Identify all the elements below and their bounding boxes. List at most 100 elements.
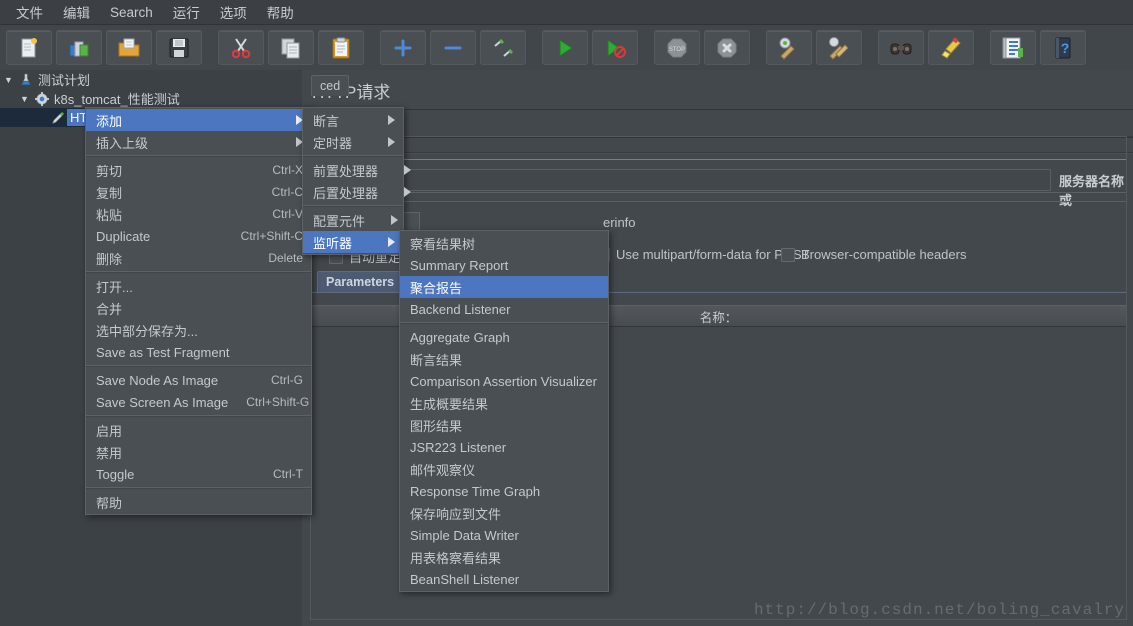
tab-parameters[interactable]: Parameters bbox=[317, 271, 404, 292]
menu-item[interactable]: Simple Data Writer bbox=[400, 524, 608, 546]
http-sampler-icon bbox=[49, 111, 67, 125]
menu-item[interactable]: 合并 bbox=[86, 297, 311, 319]
multipart-checkbox[interactable]: Use multipart/form-data for POST bbox=[596, 247, 810, 262]
menu-item[interactable]: 粘贴 Ctrl-V bbox=[86, 203, 311, 225]
reset-search-button[interactable] bbox=[928, 30, 974, 65]
menu-item[interactable]: Comparison Assertion Visualizer bbox=[400, 370, 608, 392]
expand-button[interactable] bbox=[380, 30, 426, 65]
search-button[interactable] bbox=[878, 30, 924, 65]
menu-item[interactable]: 监听器 bbox=[303, 231, 403, 253]
function-helper-icon bbox=[1001, 36, 1025, 60]
menu-2[interactable]: 编辑 bbox=[53, 0, 100, 25]
chevron-down-icon[interactable]: ▼ bbox=[20, 94, 33, 104]
add-submenu[interactable]: 断言定时器前置处理器 后置处理器配置元件 监听器 bbox=[302, 107, 412, 255]
chevron-down-icon[interactable]: ▼ bbox=[4, 75, 17, 85]
collapse-button[interactable] bbox=[430, 30, 476, 65]
menu-item[interactable]: Duplicate Ctrl+Shift-C bbox=[86, 225, 311, 247]
menu-item[interactable]: 删除 Delete bbox=[86, 247, 311, 269]
menu-item[interactable]: 聚合报告 bbox=[400, 276, 608, 298]
menu-item[interactable]: 保存响应到文件 bbox=[400, 502, 608, 524]
checkbox-box[interactable] bbox=[781, 247, 795, 262]
menu-item[interactable]: Save Screen As Image Ctrl+Shift-G bbox=[86, 391, 311, 413]
watermark: http://blog.csdn.net/boling_cavalry bbox=[753, 601, 1125, 619]
listener-submenu[interactable]: 察看结果树 Summary Report 聚合报告 Backend Listener A… bbox=[399, 230, 609, 592]
templates-button[interactable] bbox=[56, 30, 102, 65]
menu-6[interactable]: 帮助 bbox=[257, 0, 304, 25]
menu-separator bbox=[86, 271, 311, 273]
server-name-input[interactable] bbox=[311, 169, 1051, 191]
menu-item-label: 禁用 bbox=[96, 445, 123, 461]
menu-5[interactable]: 选项 bbox=[210, 0, 257, 25]
toggle-button[interactable] bbox=[480, 30, 526, 65]
page-title: HTTP请求 bbox=[302, 70, 1133, 110]
menu-item[interactable]: 察看结果树 bbox=[400, 232, 608, 254]
path-input[interactable]: erinfo bbox=[603, 215, 636, 230]
menu-item[interactable]: 添加 bbox=[86, 109, 311, 131]
copy-button[interactable] bbox=[268, 30, 314, 65]
menu-item[interactable]: 断言 bbox=[303, 109, 403, 131]
menu-3[interactable]: Search bbox=[100, 2, 163, 23]
menu-item[interactable]: JSR223 Listener bbox=[400, 436, 608, 458]
menu-item[interactable]: Save Node As Image Ctrl-G bbox=[86, 369, 311, 391]
open-button[interactable] bbox=[106, 30, 152, 65]
menu-item[interactable]: 生成概要结果 bbox=[400, 392, 608, 414]
menu-item-label: 断言结果 bbox=[410, 352, 463, 368]
open-icon bbox=[117, 36, 141, 60]
start-no-pause-button[interactable] bbox=[592, 30, 638, 65]
function-helper-button[interactable] bbox=[990, 30, 1036, 65]
tab-advanced[interactable]: ced bbox=[311, 75, 350, 96]
context-menu[interactable]: 添加 插入上级剪切 Ctrl-X 复制 Ctrl-C 粘贴 Ctrl-V Duplicate C… bbox=[85, 107, 312, 515]
menu-item[interactable]: 插入上级 bbox=[86, 131, 311, 153]
collapse-icon bbox=[441, 36, 465, 60]
menu-item[interactable]: 启用 bbox=[86, 419, 311, 441]
start-button[interactable] bbox=[542, 30, 588, 65]
menu-item[interactable]: Backend Listener bbox=[400, 298, 608, 320]
clear-all-button[interactable] bbox=[816, 30, 862, 65]
menu-item-label: 删除 bbox=[96, 251, 123, 267]
new-button[interactable] bbox=[6, 30, 52, 65]
menu-item-label: 合并 bbox=[96, 301, 123, 317]
menu-item[interactable]: Toggle Ctrl-T bbox=[86, 463, 311, 485]
menu-item[interactable]: 禁用 bbox=[86, 441, 311, 463]
menu-item[interactable]: 帮助 bbox=[86, 491, 311, 513]
browser-headers-checkbox[interactable]: Browser-compatible headers bbox=[781, 247, 966, 262]
menu-item[interactable]: 定时器 bbox=[303, 131, 403, 153]
menu-item[interactable]: Aggregate Graph bbox=[400, 326, 608, 348]
stop-icon: STOP bbox=[665, 36, 689, 60]
menu-item[interactable]: 打开... bbox=[86, 275, 311, 297]
menu-4[interactable]: 运行 bbox=[163, 0, 210, 25]
menu-item[interactable]: 复制 Ctrl-C bbox=[86, 181, 311, 203]
menu-item[interactable]: 断言结果 bbox=[400, 348, 608, 370]
menu-item[interactable]: Save as Test Fragment bbox=[86, 341, 311, 363]
menu-item[interactable]: 前置处理器 bbox=[303, 159, 412, 181]
menu-item-label: 启用 bbox=[96, 423, 123, 439]
clear-button[interactable] bbox=[766, 30, 812, 65]
save-button[interactable] bbox=[156, 30, 202, 65]
tree-node-1[interactable]: ▼ 测试计划 bbox=[0, 70, 296, 89]
menu-item-label: 断言 bbox=[313, 113, 340, 129]
menu-item[interactable]: 用表格察看结果 bbox=[400, 546, 608, 568]
expand-icon bbox=[391, 36, 415, 60]
menu-item-shortcut: Ctrl-G bbox=[271, 373, 303, 387]
cut-button[interactable] bbox=[218, 30, 264, 65]
submenu-arrow-icon bbox=[404, 165, 412, 175]
menu-item[interactable]: BeanShell Listener bbox=[400, 568, 608, 590]
menu-item[interactable]: 邮件观察仪 bbox=[400, 458, 608, 480]
menu-item[interactable]: 剪切 Ctrl-X bbox=[86, 159, 311, 181]
paste-button[interactable] bbox=[318, 30, 364, 65]
shutdown-button[interactable] bbox=[704, 30, 750, 65]
menu-item[interactable]: Summary Report bbox=[400, 254, 608, 276]
svg-text:?: ? bbox=[1061, 40, 1070, 56]
menu-item-label: 帮助 bbox=[96, 495, 123, 511]
stop-button[interactable]: STOP bbox=[654, 30, 700, 65]
menu-item[interactable]: Response Time Graph bbox=[400, 480, 608, 502]
name-field-row: 请求 bbox=[302, 110, 1133, 137]
menu-item[interactable]: 配置元件 bbox=[303, 209, 403, 231]
help-button[interactable]: ? bbox=[1040, 30, 1086, 65]
submenu-arrow-icon bbox=[391, 215, 399, 225]
tree-node-2[interactable]: ▼ k8s_tomcat_性能测试 bbox=[0, 89, 296, 108]
menu-item[interactable]: 后置处理器 bbox=[303, 181, 412, 203]
menu-item[interactable]: 选中部分保存为... bbox=[86, 319, 311, 341]
menu-1[interactable]: 文件 bbox=[6, 0, 53, 25]
menu-item[interactable]: 图形结果 bbox=[400, 414, 608, 436]
